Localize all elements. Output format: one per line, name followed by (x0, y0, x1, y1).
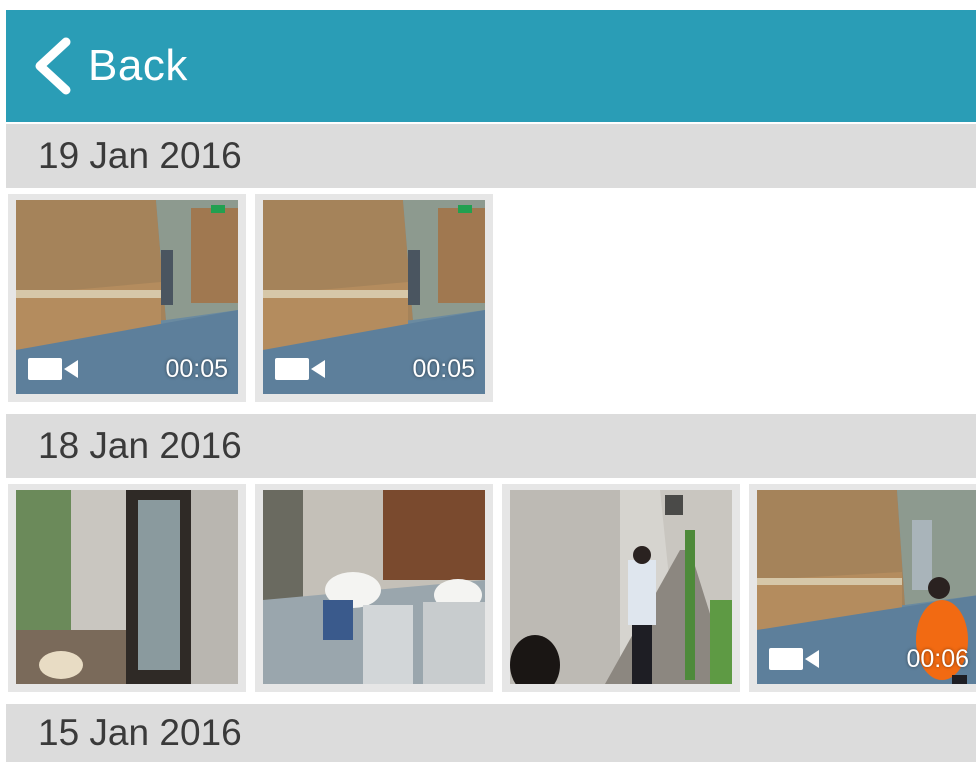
page: Back 19 Jan 2016 00:05 00:05 18 Jan 2016… (0, 0, 976, 762)
photo-thumbnail[interactable] (255, 484, 493, 692)
top-strip (0, 0, 976, 10)
photo-thumbnail[interactable] (8, 484, 246, 692)
video-thumbnail[interactable]: 00:05 (8, 194, 246, 402)
back-button[interactable]: Back (6, 10, 188, 122)
thumbnail-image (263, 490, 485, 684)
thumbnail-image: 00:05 (16, 200, 238, 394)
video-duration: 00:06 (906, 645, 969, 673)
thumbnail-row: 00:05 00:05 (6, 188, 976, 414)
video-thumbnail[interactable]: 00:06 (749, 484, 976, 692)
video-camera-icon (28, 358, 78, 380)
chevron-left-icon (35, 37, 71, 95)
date-header: 19 Jan 2016 (6, 124, 976, 188)
date-header: 18 Jan 2016 (6, 414, 976, 478)
thumbnail-image: 00:05 (263, 200, 485, 394)
video-duration: 00:05 (165, 355, 228, 383)
video-thumbnail[interactable]: 00:05 (255, 194, 493, 402)
thumbnail-image (510, 490, 732, 684)
thumbnail-image (16, 490, 238, 684)
video-duration: 00:05 (412, 355, 475, 383)
back-label: Back (88, 41, 188, 90)
header-bar: Back (6, 10, 976, 122)
photo-thumbnail[interactable] (502, 484, 740, 692)
thumbnail-row: 00:06 (6, 478, 976, 700)
thumbnail-image: 00:06 (757, 490, 976, 684)
date-header: 15 Jan 2016 (6, 704, 976, 762)
video-camera-icon (275, 358, 325, 380)
video-camera-icon (769, 648, 819, 670)
